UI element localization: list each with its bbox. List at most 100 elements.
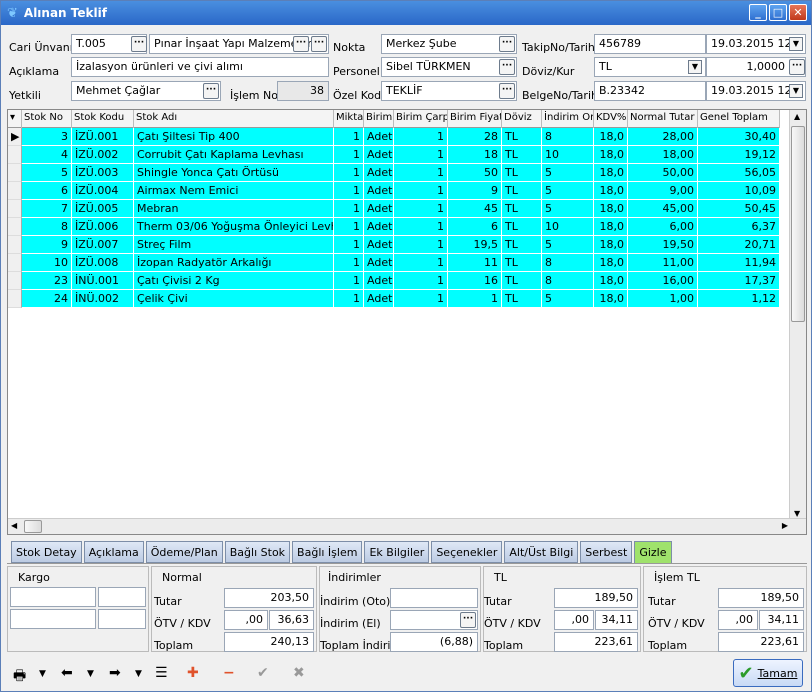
personel-field[interactable]: Sibel TÜRKMEN (381, 57, 517, 77)
doviz-dropdown-icon[interactable]: ▼ (688, 60, 702, 74)
table-cell[interactable]: 1 (394, 146, 448, 164)
next-arrow-icon[interactable]: ➡ (109, 665, 121, 681)
table-cell[interactable]: 1 (394, 254, 448, 272)
table-cell[interactable]: Streç Film (134, 236, 334, 254)
yetkili-lookup-button[interactable]: ··· (203, 83, 219, 99)
row-indicator[interactable] (8, 272, 22, 290)
tab-ek-bilgiler[interactable]: Ek Bilgiler (364, 541, 430, 563)
table-cell[interactable]: 10 (22, 254, 72, 272)
table-cell[interactable]: İZÜ.008 (72, 254, 134, 272)
table-cell[interactable]: 1,12 (698, 290, 780, 308)
table-cell[interactable]: 8 (542, 128, 594, 146)
row-indicator[interactable] (8, 218, 22, 236)
table-cell[interactable]: İZÜ.001 (72, 128, 134, 146)
table-cell[interactable]: 18,0 (594, 200, 628, 218)
table-cell[interactable]: 5 (22, 164, 72, 182)
table-cell[interactable]: TL (502, 218, 542, 236)
table-cell[interactable]: 1 (394, 128, 448, 146)
table-cell[interactable]: 1 (334, 128, 364, 146)
table-cell[interactable]: 1 (334, 200, 364, 218)
horizontal-scrollbar[interactable]: ◀ ▶ (8, 518, 806, 534)
indirim-oto-field[interactable] (390, 588, 478, 608)
print-dropdown-icon[interactable]: ▼ (39, 669, 46, 679)
table-cell[interactable]: 45,00 (628, 200, 698, 218)
table-cell[interactable]: 28 (448, 128, 502, 146)
table-cell[interactable]: Çatı Şiltesi Tip 400 (134, 128, 334, 146)
ozel-kod-lookup-button[interactable]: ··· (499, 83, 515, 99)
ok-button[interactable]: ✔ Tamam (733, 659, 803, 687)
table-cell[interactable]: Adet (364, 182, 394, 200)
column-header[interactable]: Miktar (334, 110, 364, 128)
table-cell[interactable]: Shingle Yonca Çatı Örtüsü (134, 164, 334, 182)
table-row[interactable]: ▶ 3 İZÜ.001 Çatı Şiltesi Tip 400 1 Adet 1 28 TL 8… (8, 128, 780, 146)
table-cell[interactable]: İNÜ.002 (72, 290, 134, 308)
tab-a-klama[interactable]: Açıklama (83, 541, 144, 563)
table-cell[interactable]: İZÜ.005 (72, 200, 134, 218)
table-cell[interactable]: TL (502, 290, 542, 308)
cari-name-lookup-button[interactable]: ··· (293, 36, 309, 52)
table-cell[interactable]: 5 (542, 164, 594, 182)
table-cell[interactable]: 9 (22, 236, 72, 254)
yetkili-field[interactable]: Mehmet Çağlar (71, 81, 221, 101)
table-cell[interactable]: 18,0 (594, 272, 628, 290)
table-cell[interactable]: Adet (364, 128, 394, 146)
table-cell[interactable]: 1 (334, 290, 364, 308)
table-cell[interactable]: 6 (22, 182, 72, 200)
belge-no-field[interactable]: B.23342 (594, 81, 706, 101)
table-row[interactable]: 7 İZÜ.005 Mebran 1 Adet 1 45 TL 5 18,0 45,00 50,45 (8, 200, 780, 218)
table-row[interactable]: 4 İZÜ.002 Corrubit Çatı Kaplama Levhası 1 Ad… (8, 146, 780, 164)
table-cell[interactable]: İZÜ.002 (72, 146, 134, 164)
table-cell[interactable]: 18,0 (594, 236, 628, 254)
tab-ba-l-stok[interactable]: Bağlı Stok (224, 541, 291, 563)
table-cell[interactable]: İzopan Radyatör Arkalığı (134, 254, 334, 272)
kargo-field-2[interactable] (98, 587, 146, 607)
table-cell[interactable]: 1 (334, 218, 364, 236)
table-cell[interactable]: 6 (448, 218, 502, 236)
table-cell[interactable]: 1 (394, 164, 448, 182)
table-cell[interactable]: İZÜ.004 (72, 182, 134, 200)
table-cell[interactable]: TL (502, 146, 542, 164)
column-header[interactable]: Birim (364, 110, 394, 128)
table-cell[interactable]: İNÜ.001 (72, 272, 134, 290)
row-indicator[interactable] (8, 254, 22, 272)
minimize-button[interactable]: _ (749, 4, 767, 21)
table-cell[interactable]: 50 (448, 164, 502, 182)
personel-lookup-button[interactable]: ··· (499, 59, 515, 75)
table-cell[interactable]: 1 (334, 182, 364, 200)
table-cell[interactable]: 1 (394, 182, 448, 200)
table-cell[interactable]: 6,37 (698, 218, 780, 236)
table-cell[interactable]: 20,71 (698, 236, 780, 254)
table-cell[interactable]: 50,45 (698, 200, 780, 218)
print-icon[interactable]: 🖶 (13, 665, 26, 689)
table-cell[interactable]: 1 (334, 254, 364, 272)
table-row[interactable]: 6 İZÜ.004 Airmax Nem Emici 1 Adet 1 9 TL 5 18,0 9,… (8, 182, 780, 200)
table-row[interactable]: 5 İZÜ.003 Shingle Yonca Çatı Örtüsü 1 Adet 1 5… (8, 164, 780, 182)
next-dropdown-icon[interactable]: ▼ (135, 669, 142, 679)
table-cell[interactable]: Corrubit Çatı Kaplama Levhası (134, 146, 334, 164)
table-cell[interactable]: Çelik Çivi (134, 290, 334, 308)
table-cell[interactable]: 5 (542, 200, 594, 218)
table-cell[interactable]: Adet (364, 164, 394, 182)
horizontal-scroll-thumb[interactable] (24, 520, 42, 533)
table-cell[interactable]: 1 (334, 272, 364, 290)
table-cell[interactable]: 10,09 (698, 182, 780, 200)
row-indicator[interactable] (8, 146, 22, 164)
table-cell[interactable]: TL (502, 164, 542, 182)
table-cell[interactable]: 1 (394, 272, 448, 290)
cari-code-lookup-button[interactable]: ··· (131, 36, 147, 52)
table-cell[interactable]: 9 (448, 182, 502, 200)
table-cell[interactable]: 18,0 (594, 218, 628, 236)
table-cell[interactable]: 11 (448, 254, 502, 272)
table-cell[interactable]: İZÜ.006 (72, 218, 134, 236)
grid-menu-icon[interactable]: ▾ (8, 110, 22, 128)
vertical-scroll-thumb[interactable] (791, 126, 805, 322)
table-cell[interactable]: 8 (542, 254, 594, 272)
table-cell[interactable]: 5 (542, 290, 594, 308)
table-cell[interactable]: 18,0 (594, 290, 628, 308)
table-cell[interactable]: 1 (448, 290, 502, 308)
kargo-field-1[interactable] (10, 587, 96, 607)
nokta-field[interactable]: Merkez Şube (381, 34, 517, 54)
table-cell[interactable]: 9,00 (628, 182, 698, 200)
table-cell[interactable]: 8 (22, 218, 72, 236)
table-cell[interactable]: Therm 03/06 Yoğuşma Önleyici Levha (134, 218, 334, 236)
